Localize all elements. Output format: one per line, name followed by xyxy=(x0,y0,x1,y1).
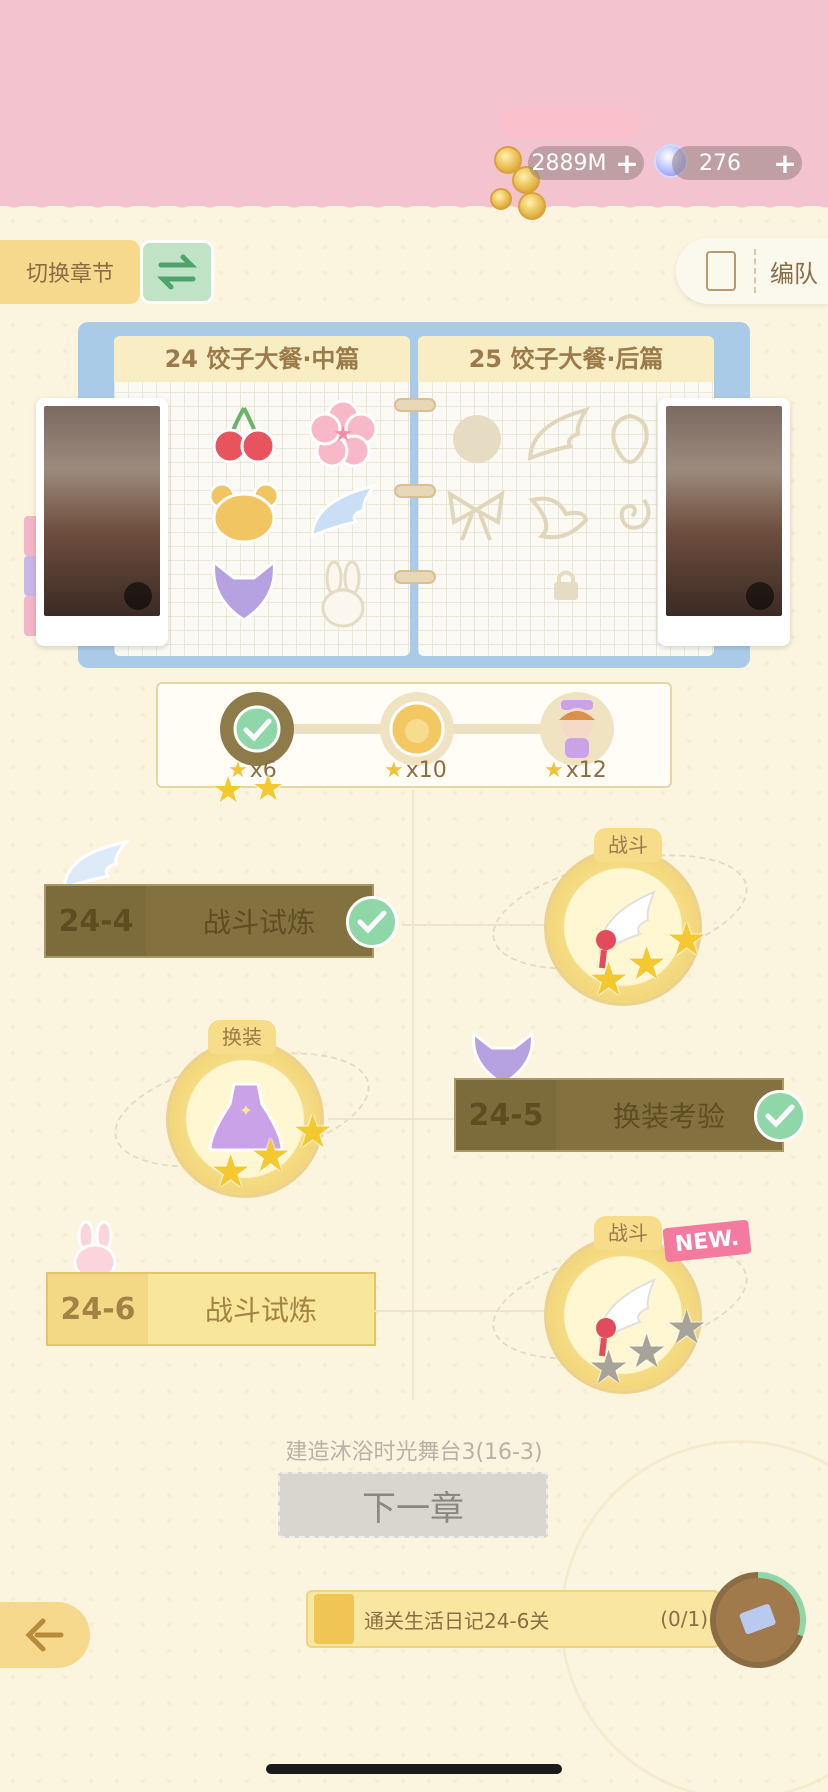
story-scene-image xyxy=(666,406,782,616)
banner-title-blur xyxy=(500,108,640,138)
stage-name: 战斗试炼 xyxy=(202,906,315,939)
lock-outline-icon xyxy=(548,566,584,602)
completed-check-icon xyxy=(754,1090,806,1142)
star-icon: ★ xyxy=(210,1144,252,1198)
book-ring xyxy=(394,570,436,584)
story-scene-image xyxy=(44,406,160,616)
star-reward-2[interactable] xyxy=(380,692,454,766)
lock-icon xyxy=(124,582,152,610)
left-page-title: 24 饺子大餐·中篇 xyxy=(114,336,410,382)
switch-chapter-label[interactable]: 切换章节 xyxy=(0,240,140,304)
stage-name: 换装考验 xyxy=(612,1100,725,1133)
top-banner-scallop xyxy=(0,196,828,218)
switch-chapter-button[interactable] xyxy=(140,240,214,304)
ticket-icon xyxy=(716,1578,800,1662)
task-bar[interactable]: 通关生活日记24-6关 (0/1) xyxy=(306,1590,720,1648)
book-tab-pink-2 xyxy=(24,596,36,636)
empty-star-icon: ★ xyxy=(666,1300,708,1354)
kero-coin-icon xyxy=(389,701,445,757)
cookie-outline-icon xyxy=(450,412,504,466)
book-ring xyxy=(394,398,436,412)
ribbon-outline-icon xyxy=(444,488,508,544)
cherry-sticker-icon xyxy=(206,402,280,468)
chapter-24-photo-card[interactable] xyxy=(36,398,168,646)
team-card-icon xyxy=(706,251,736,291)
book-tab-pink xyxy=(24,516,36,556)
home-indicator xyxy=(266,1764,562,1774)
star-reward-3[interactable] xyxy=(540,692,614,766)
chapter-25-photo-card[interactable] xyxy=(658,398,790,646)
stage-type-tag: 战斗 xyxy=(594,1216,662,1250)
task-progress: (0/1) xyxy=(660,1607,708,1631)
team-label: 编队 xyxy=(770,259,818,288)
star-icon: ★ xyxy=(292,1104,334,1158)
bear-face-icon xyxy=(208,482,280,544)
team-button[interactable]: 编队 xyxy=(676,238,828,304)
bunny-icon xyxy=(318,560,368,630)
task-scroll-icon xyxy=(314,1594,354,1644)
task-text: 通关生活日记24-6关 xyxy=(364,1608,550,1633)
diamond-amount: 276 xyxy=(699,150,741,176)
star-icon: ★ xyxy=(384,758,404,783)
bird-outline-icon xyxy=(526,490,590,544)
path-connector xyxy=(328,1118,454,1120)
stage-name: 战斗试炼 xyxy=(204,1294,317,1327)
stage-24-5-bar[interactable]: 24-5 换装考验 xyxy=(454,1078,784,1152)
empty-star-icon: ★ xyxy=(626,1324,668,1378)
cat-ears-icon xyxy=(208,558,280,624)
gold-currency-pill[interactable]: 2889M + xyxy=(528,146,644,180)
diamond-add-button[interactable]: + xyxy=(768,147,802,180)
stage-number: 24-4 xyxy=(46,886,146,956)
task-reward-button[interactable] xyxy=(710,1572,806,1668)
sakura-character-icon xyxy=(559,700,595,758)
stage-24-6-bar[interactable]: 24-6 战斗试炼 xyxy=(46,1272,376,1346)
svg-text:✦: ✦ xyxy=(239,1101,252,1120)
star-icon: ★ xyxy=(626,936,668,990)
book-ring xyxy=(394,484,436,498)
star-icon: ★ xyxy=(250,1128,292,1182)
next-chapter-requirement: 建造沐浴时光舞台3(16-3) xyxy=(285,1440,543,1465)
stage-number: 24-6 xyxy=(48,1274,148,1344)
swap-arrows-icon xyxy=(156,254,198,290)
gold-add-button[interactable]: + xyxy=(610,147,644,180)
empty-star-icon: ★ xyxy=(588,1340,630,1394)
stage-type-tag: 战斗 xyxy=(594,828,662,862)
strawberry-outline-icon xyxy=(606,406,654,466)
star-icon: ★ xyxy=(544,758,564,783)
sakura-flower-icon: ★ xyxy=(306,396,380,470)
right-page-title: 25 饺子大餐·后篇 xyxy=(418,336,714,382)
star-count-3: ★ x12 xyxy=(544,758,607,783)
star-icon: ★ xyxy=(252,768,285,809)
gold-amount: 2889M xyxy=(531,150,607,176)
check-icon xyxy=(233,705,281,753)
stage-type-tag: 换装 xyxy=(208,1020,276,1054)
divider xyxy=(754,249,756,293)
wing-icon xyxy=(306,480,380,546)
svg-text:★: ★ xyxy=(333,422,353,447)
star-icon: ★ xyxy=(666,912,708,966)
diamond-currency-pill[interactable]: 276 + xyxy=(672,146,802,180)
next-chapter-button[interactable]: 下一章 xyxy=(278,1472,548,1538)
star-count-text: x10 xyxy=(405,758,447,783)
star-reward-1[interactable] xyxy=(220,692,294,766)
star-icon: ★ xyxy=(212,770,245,811)
star-icon: ★ xyxy=(588,952,630,1006)
swirl-outline-icon xyxy=(606,488,658,544)
stage-number: 24-5 xyxy=(456,1080,556,1150)
book-tab-purple xyxy=(24,556,36,596)
wing-outline-icon xyxy=(526,406,590,466)
star-count-text: x12 xyxy=(565,758,607,783)
stage-24-4-bar[interactable]: 24-4 战斗试炼 xyxy=(44,884,374,958)
back-arrow-icon xyxy=(25,1618,64,1652)
path-line xyxy=(412,790,414,1400)
star-count-2: ★ x10 xyxy=(384,758,447,783)
lock-icon xyxy=(746,582,774,610)
completed-check-icon xyxy=(346,896,398,948)
back-button[interactable] xyxy=(0,1602,90,1668)
